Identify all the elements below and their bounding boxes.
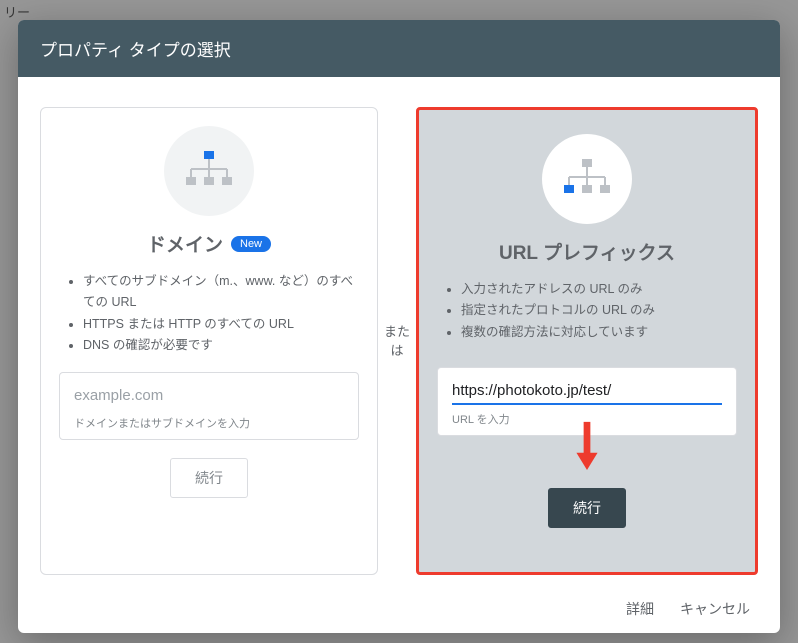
divider-text-2: は [390, 341, 403, 361]
list-item: 複数の確認方法に対応しています [461, 322, 737, 343]
url-prefix-feature-list: 入力されたアドレスの URL のみ 指定されたプロトコルの URL のみ 複数の… [437, 279, 737, 343]
modal-header: プロパティ タイプの選択 [18, 20, 780, 77]
list-item: 入力されたアドレスの URL のみ [461, 279, 737, 300]
property-type-modal: プロパティ タイプの選択 ドメイン New [18, 20, 780, 633]
details-button[interactable]: 詳細 [626, 599, 654, 619]
cancel-button[interactable]: キャンセル [680, 599, 750, 619]
domain-feature-list: すべてのサブドメイン（m.、www. など）のすべての URL HTTPS また… [59, 271, 359, 356]
list-item: DNS の確認が必要です [83, 335, 359, 356]
domain-input[interactable] [74, 383, 344, 409]
list-item: 指定されたプロトコルの URL のみ [461, 300, 737, 321]
domain-card-title-row: ドメイン New [147, 230, 271, 257]
or-divider: また は [378, 107, 416, 575]
divider-text-1: また [384, 322, 410, 342]
domain-input-container: ドメインまたはサブドメインを入力 [59, 372, 359, 440]
url-prefix-input[interactable] [452, 378, 722, 405]
domain-continue-button[interactable]: 続行 [170, 458, 248, 498]
sitemap-icon [164, 126, 254, 216]
list-item: HTTPS または HTTP のすべての URL [83, 314, 359, 335]
domain-card-title: ドメイン [147, 230, 223, 257]
modal-title: プロパティ タイプの選択 [40, 41, 231, 60]
sitemap-icon [542, 134, 632, 224]
url-input-container: URL を入力 [437, 367, 737, 436]
url-input-help: URL を入力 [452, 405, 722, 427]
new-badge: New [231, 236, 271, 252]
modal-body: ドメイン New すべてのサブドメイン（m.、www. など）のすべての URL… [18, 77, 780, 585]
modal-footer: 詳細 キャンセル [18, 585, 780, 633]
url-prefix-card[interactable]: URL プレフィックス 入力されたアドレスの URL のみ 指定されたプロトコル… [416, 107, 758, 575]
list-item: すべてのサブドメイン（m.、www. など）のすべての URL [83, 271, 359, 314]
url-prefix-card-title: URL プレフィックス [499, 238, 675, 265]
url-prefix-card-title-row: URL プレフィックス [499, 238, 675, 265]
domain-card[interactable]: ドメイン New すべてのサブドメイン（m.、www. など）のすべての URL… [40, 107, 378, 575]
url-prefix-continue-button[interactable]: 続行 [548, 488, 626, 528]
domain-input-help: ドメインまたはサブドメインを入力 [74, 409, 344, 431]
